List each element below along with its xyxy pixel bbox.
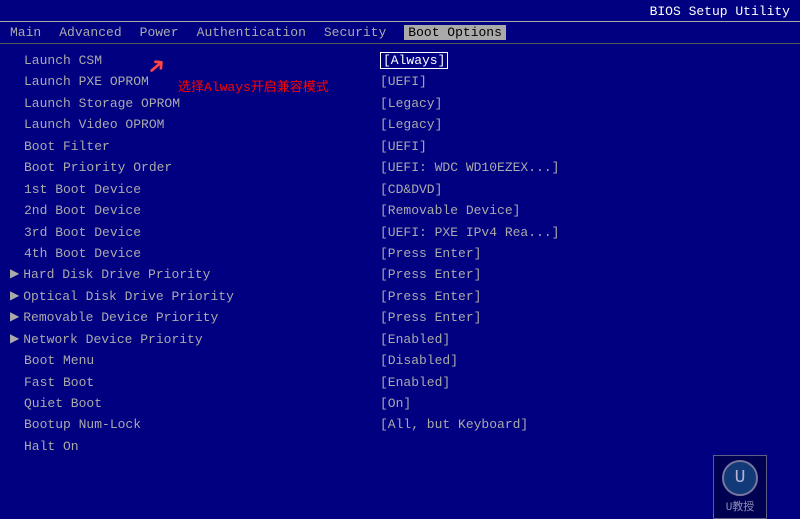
watermark-logo: U bbox=[722, 460, 758, 496]
value-row-0: [Always] bbox=[380, 50, 790, 71]
value-6[interactable]: [UEFI: WDC WD10EZEX...] bbox=[380, 160, 559, 175]
value-2[interactable]: [Legacy] bbox=[380, 96, 442, 111]
top-bar: BIOS Setup Utility bbox=[0, 0, 800, 22]
menu-label-17: Bootup Num-Lock bbox=[24, 414, 141, 435]
value-9[interactable]: [UEFI: PXE IPv4 Rea...] bbox=[380, 225, 559, 240]
menu-row-6: 1st Boot Device bbox=[10, 179, 370, 200]
value-row-1: [UEFI] bbox=[380, 71, 790, 92]
submenu-arrow-icon: ▶ bbox=[10, 330, 19, 350]
submenu-arrow-icon: ▶ bbox=[10, 308, 19, 328]
value-3[interactable]: [Legacy] bbox=[380, 117, 442, 132]
value-row-8: [Removable Device] bbox=[380, 200, 790, 221]
menu-label-5: Boot Priority Order bbox=[24, 157, 172, 178]
menu-label-1: Launch PXE OPROM bbox=[24, 71, 149, 92]
menu-label-9: 4th Boot Device bbox=[24, 243, 141, 264]
menu-item-authentication[interactable]: Authentication bbox=[197, 25, 306, 40]
menu-item-power[interactable]: Power bbox=[140, 25, 179, 40]
menu-label-8: 3rd Boot Device bbox=[24, 222, 141, 243]
menu-row-13: ▶Network Device Priority bbox=[10, 329, 370, 350]
menu-label-11: Optical Disk Drive Priority bbox=[23, 286, 234, 307]
menu-item-advanced[interactable]: Advanced bbox=[59, 25, 121, 40]
bios-container: BIOS Setup Utility Main Advanced Power Auth… bbox=[0, 0, 800, 517]
menu-row-1: Launch PXE OPROM bbox=[10, 71, 370, 92]
menu-row-4: Boot Filter bbox=[10, 136, 370, 157]
value-row-10: [Press Enter] bbox=[380, 243, 790, 264]
watermark-inner: U U教授 bbox=[713, 455, 767, 519]
menu-row-5: Boot Priority Order bbox=[10, 157, 370, 178]
menu-bar: Main Advanced Power Authentication Security B… bbox=[0, 22, 800, 44]
menu-item-boot-options[interactable]: Boot Options bbox=[404, 25, 506, 40]
value-16[interactable]: [Enabled] bbox=[380, 375, 450, 390]
value-14[interactable]: [Enabled] bbox=[380, 332, 450, 347]
menu-label-13: Network Device Priority bbox=[23, 329, 202, 350]
menu-row-14: Boot Menu bbox=[10, 350, 370, 371]
menu-row-8: 3rd Boot Device bbox=[10, 222, 370, 243]
value-row-9: [UEFI: PXE IPv4 Rea...] bbox=[380, 222, 790, 243]
value-15[interactable]: [Disabled] bbox=[380, 353, 458, 368]
value-row-15: [Disabled] bbox=[380, 350, 790, 371]
menu-row-11: ▶Optical Disk Drive Priority bbox=[10, 286, 370, 307]
value-row-3: [Legacy] bbox=[380, 114, 790, 135]
menu-label-6: 1st Boot Device bbox=[24, 179, 141, 200]
value-row-6: [UEFI: WDC WD10EZEX...] bbox=[380, 157, 790, 178]
value-row-13: [Press Enter] bbox=[380, 307, 790, 328]
menu-item-main[interactable]: Main bbox=[10, 25, 41, 40]
value-row-2: [Legacy] bbox=[380, 93, 790, 114]
value-row-4: [UEFI] bbox=[380, 136, 790, 157]
menu-label-7: 2nd Boot Device bbox=[24, 200, 141, 221]
value-13[interactable]: [Press Enter] bbox=[380, 310, 481, 325]
value-18[interactable]: [All, but Keyboard] bbox=[380, 417, 528, 432]
menu-item-security[interactable]: Security bbox=[324, 25, 386, 40]
bios-title: BIOS Setup Utility bbox=[650, 4, 790, 19]
menu-row-15: Fast Boot bbox=[10, 372, 370, 393]
value-8[interactable]: [Removable Device] bbox=[380, 203, 520, 218]
menu-label-3: Launch Video OPROM bbox=[24, 114, 164, 135]
menu-label-15: Fast Boot bbox=[24, 372, 94, 393]
value-row-16: [Enabled] bbox=[380, 372, 790, 393]
value-17[interactable]: [On] bbox=[380, 396, 411, 411]
value-10[interactable]: [Press Enter] bbox=[380, 246, 481, 261]
submenu-arrow-icon: ▶ bbox=[10, 287, 19, 307]
value-row-7: [CD&DVD] bbox=[380, 179, 790, 200]
menu-label-2: Launch Storage OPROM bbox=[24, 93, 180, 114]
menu-row-0: Launch CSM bbox=[10, 50, 370, 71]
menu-row-17: Bootup Num-Lock bbox=[10, 414, 370, 435]
value-row-14: [Enabled] bbox=[380, 329, 790, 350]
menu-row-3: Launch Video OPROM bbox=[10, 114, 370, 135]
left-column: Launch CSMLaunch PXE OPROMLaunch Storage… bbox=[10, 50, 370, 505]
value-row-11: [Press Enter] bbox=[380, 264, 790, 285]
menu-label-18: Halt On bbox=[24, 436, 79, 457]
value-12[interactable]: [Press Enter] bbox=[380, 289, 481, 304]
menu-label-14: Boot Menu bbox=[24, 350, 94, 371]
value-7[interactable]: [CD&DVD] bbox=[380, 182, 442, 197]
menu-row-18: Halt On bbox=[10, 436, 370, 457]
value-11[interactable]: [Press Enter] bbox=[380, 267, 481, 282]
menu-label-12: Removable Device Priority bbox=[23, 307, 218, 328]
menu-row-9: 4th Boot Device bbox=[10, 243, 370, 264]
menu-label-10: Hard Disk Drive Priority bbox=[23, 264, 210, 285]
menu-row-7: 2nd Boot Device bbox=[10, 200, 370, 221]
watermark-site: U教授 bbox=[726, 498, 755, 514]
menu-row-10: ▶Hard Disk Drive Priority bbox=[10, 264, 370, 285]
main-content: Launch CSMLaunch PXE OPROMLaunch Storage… bbox=[0, 44, 800, 505]
value-1[interactable]: [UEFI] bbox=[380, 74, 427, 89]
value-4[interactable]: [UEFI] bbox=[380, 139, 427, 154]
submenu-arrow-icon: ▶ bbox=[10, 265, 19, 285]
menu-label-0: Launch CSM bbox=[24, 50, 102, 71]
menu-label-4: Boot Filter bbox=[24, 136, 110, 157]
menu-row-16: Quiet Boot bbox=[10, 393, 370, 414]
watermark: U U教授 bbox=[680, 457, 800, 517]
value-row-17: [On] bbox=[380, 393, 790, 414]
menu-row-2: Launch Storage OPROM bbox=[10, 93, 370, 114]
right-column: [Always] [UEFI] [Legacy] [Legacy] [UEFI] [UEF… bbox=[370, 50, 790, 505]
value-0[interactable]: [Always] bbox=[380, 52, 448, 69]
value-row-18: [All, but Keyboard] bbox=[380, 414, 790, 435]
menu-row-12: ▶Removable Device Priority bbox=[10, 307, 370, 328]
value-row-12: [Press Enter] bbox=[380, 286, 790, 307]
menu-label-16: Quiet Boot bbox=[24, 393, 102, 414]
